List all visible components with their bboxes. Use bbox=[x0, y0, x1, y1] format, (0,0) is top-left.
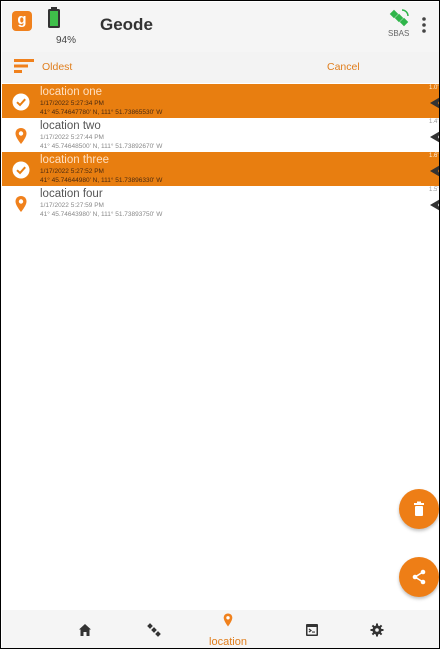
satellite-status-label: SBAS bbox=[388, 29, 410, 38]
location-row-two[interactable]: location two 1/17/2022 5:27:44 PM 41° 45… bbox=[2, 118, 439, 152]
delete-button[interactable] bbox=[399, 489, 439, 529]
more-vert-icon[interactable] bbox=[420, 16, 428, 34]
location-name: location four bbox=[40, 188, 103, 200]
direction-arrow-icon bbox=[430, 165, 439, 177]
cancel-button[interactable]: Cancel bbox=[327, 61, 360, 73]
location-timestamp: 1/17/2022 5:27:44 PM bbox=[40, 134, 104, 141]
location-name: location three bbox=[40, 154, 110, 166]
nav-location[interactable]: location bbox=[203, 610, 253, 648]
location-accuracy: 1.6' bbox=[429, 153, 439, 159]
share-icon bbox=[412, 569, 426, 585]
location-pin-icon bbox=[223, 613, 233, 627]
satellite-icon[interactable] bbox=[388, 8, 410, 28]
sort-icon[interactable] bbox=[14, 58, 34, 74]
location-accuracy: 1.0' bbox=[429, 85, 439, 91]
location-row-three[interactable]: location three 1/17/2022 5:27:52 PM 41° … bbox=[2, 152, 439, 186]
bottom-navigation: location bbox=[2, 610, 439, 648]
location-accuracy: 1.4' bbox=[429, 119, 439, 125]
location-coordinates: 41° 45.74647780' N, 111° 51.73865530' W bbox=[40, 109, 163, 116]
nav-location-label: location bbox=[209, 636, 247, 648]
app-frame: g 94% Geode SBAS Oldest Cancel location … bbox=[0, 0, 440, 649]
location-row-four[interactable]: location four 1/17/2022 5:27:59 PM 41° 4… bbox=[2, 186, 439, 220]
check-circle-icon bbox=[12, 161, 30, 179]
location-coordinates: 41° 45.74648500' N, 111° 51.73892670' W bbox=[40, 143, 163, 150]
sort-toolbar: Oldest Cancel bbox=[2, 52, 439, 83]
location-timestamp: 1/17/2022 5:27:52 PM bbox=[40, 168, 104, 175]
location-name: location two bbox=[40, 120, 101, 132]
location-list: location one 1/17/2022 5:27:34 PM 41° 45… bbox=[2, 84, 439, 220]
direction-arrow-icon bbox=[430, 199, 439, 211]
location-coordinates: 41° 45.74643980' N, 111° 51.73893750' W bbox=[40, 211, 163, 218]
sort-order-label[interactable]: Oldest bbox=[42, 61, 72, 73]
terminal-icon bbox=[306, 624, 318, 636]
app-title: Geode bbox=[100, 15, 153, 34]
trash-icon bbox=[414, 501, 424, 516]
location-pin-icon bbox=[15, 128, 27, 144]
app-bar: g 94% Geode SBAS bbox=[2, 2, 439, 52]
direction-arrow-icon bbox=[430, 131, 439, 143]
location-accuracy: 1.5' bbox=[429, 187, 439, 193]
nav-home[interactable] bbox=[60, 610, 110, 648]
home-icon bbox=[79, 624, 91, 636]
location-timestamp: 1/17/2022 5:27:59 PM bbox=[40, 202, 104, 209]
satellite-icon bbox=[147, 623, 161, 637]
location-name: location one bbox=[40, 86, 103, 98]
gear-icon bbox=[370, 623, 384, 637]
nav-terminal[interactable] bbox=[287, 610, 337, 648]
location-pin-icon bbox=[15, 196, 27, 212]
location-row-one[interactable]: location one 1/17/2022 5:27:34 PM 41° 45… bbox=[2, 84, 439, 118]
battery-icon bbox=[48, 7, 60, 28]
share-button[interactable] bbox=[399, 557, 439, 597]
check-circle-icon bbox=[12, 93, 30, 111]
location-timestamp: 1/17/2022 5:27:34 PM bbox=[40, 100, 104, 107]
nav-satellite[interactable] bbox=[129, 610, 179, 648]
app-logo: g bbox=[12, 11, 32, 31]
location-coordinates: 41° 45.74644980' N, 111° 51.73896330' W bbox=[40, 177, 163, 184]
direction-arrow-icon bbox=[430, 97, 439, 109]
nav-settings[interactable] bbox=[352, 610, 402, 648]
battery-percent: 94% bbox=[56, 35, 77, 46]
